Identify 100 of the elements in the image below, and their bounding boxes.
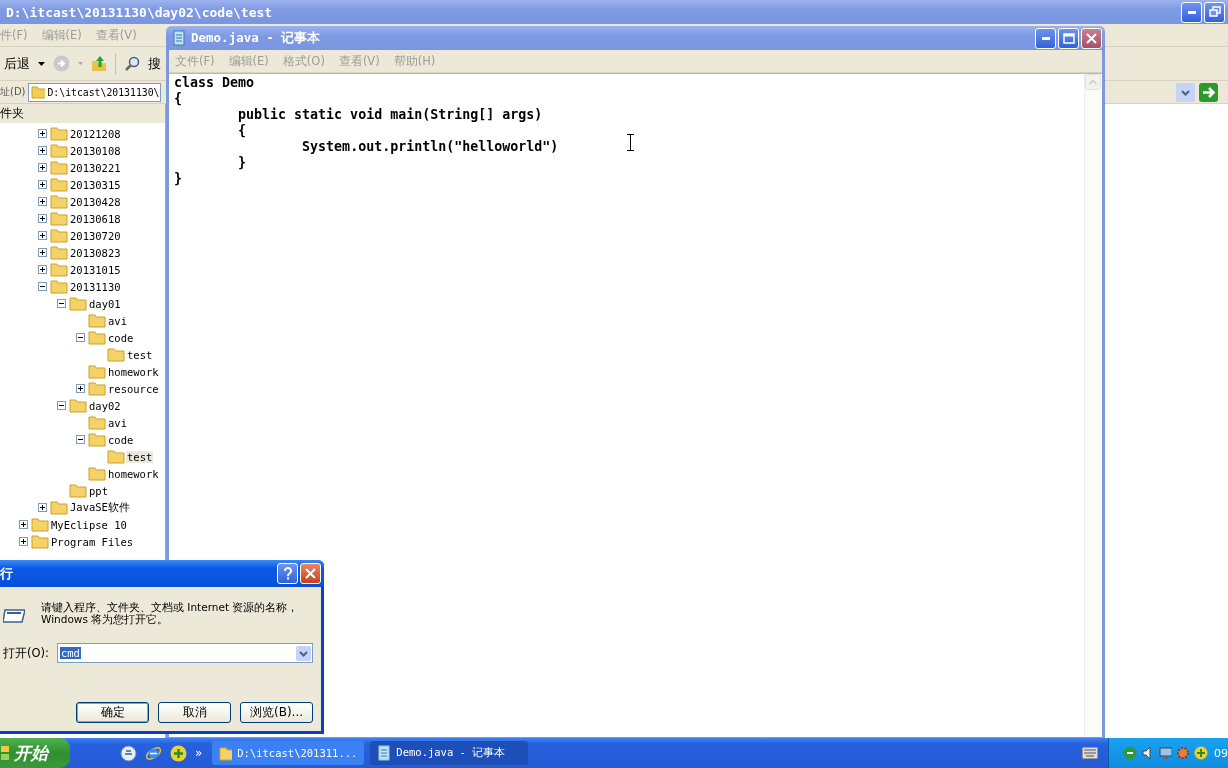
dialog-button[interactable]: 确定 <box>76 702 149 723</box>
expander-icon[interactable] <box>38 129 47 138</box>
start-button[interactable]: 开始 <box>0 738 70 768</box>
scrollbar[interactable] <box>1084 74 1102 737</box>
code-line: class Demo <box>174 75 255 91</box>
tree-item[interactable]: 20131015 <box>69 263 122 276</box>
pane-header: 件夹 <box>0 104 165 123</box>
tree-item[interactable]: Program Files <box>50 535 135 548</box>
expander-icon[interactable] <box>38 163 47 172</box>
minimize-icon <box>1041 36 1050 40</box>
tree-item[interactable]: 20130315 <box>69 178 122 191</box>
folder-icon <box>107 347 125 362</box>
taskbar-button[interactable]: Demo.java - 记事本 <box>370 741 529 765</box>
tree-item[interactable]: 20130618 <box>69 212 122 225</box>
tree-item[interactable]: JavaSE软件 <box>69 500 131 515</box>
tree-item[interactable]: 20121208 <box>69 127 122 140</box>
dialog-button[interactable]: 取消 <box>158 702 231 723</box>
folder-icon <box>50 245 68 260</box>
code-line: } <box>237 155 247 171</box>
tree-item[interactable]: day01 <box>88 297 122 310</box>
maximize-icon <box>1062 32 1075 44</box>
folder-icon <box>88 466 106 481</box>
close-button[interactable] <box>300 563 321 584</box>
more-chevron[interactable]: » <box>195 746 203 760</box>
address-field[interactable]: D:\itcast\20131130\ <box>27 82 161 102</box>
folder-icon <box>50 228 68 243</box>
clock: 09 <box>1214 746 1228 760</box>
plus-circle-icon[interactable] <box>1194 746 1208 760</box>
folder-icon <box>69 398 87 413</box>
tree-item[interactable]: homework <box>107 365 160 378</box>
tree-item[interactable]: code <box>107 433 135 446</box>
folder-icon <box>50 500 68 515</box>
tree-item[interactable]: avi <box>107 416 128 429</box>
folder-icon <box>88 313 106 328</box>
folder-icon <box>50 194 68 209</box>
tree-item[interactable]: 20130221 <box>69 161 122 174</box>
expander-icon[interactable] <box>38 282 47 291</box>
up-folder-icon[interactable] <box>91 55 107 72</box>
command-combobox[interactable]: cmd <box>56 643 313 663</box>
tree-item[interactable]: 20130720 <box>69 229 122 242</box>
folder-icon <box>219 745 233 761</box>
expander-icon[interactable] <box>19 537 28 546</box>
search-button[interactable]: 搜 <box>148 54 161 73</box>
expander-icon[interactable] <box>38 180 47 189</box>
tree-item[interactable]: 20130108 <box>69 144 122 157</box>
expander-icon[interactable] <box>57 299 66 308</box>
taskbar-button[interactable]: D:\itcast\201311... <box>212 741 365 765</box>
folder-icon <box>88 415 106 430</box>
tree-item[interactable]: code <box>107 331 135 344</box>
address-label: 址(D) <box>0 85 26 99</box>
expander-icon[interactable] <box>57 401 66 410</box>
minimize-icon <box>1187 10 1196 14</box>
tree-item[interactable]: ppt <box>88 484 109 497</box>
restore-icon <box>1208 6 1221 18</box>
expander-icon[interactable] <box>38 248 47 257</box>
tree-item[interactable]: MyEclipse 10 <box>50 518 128 531</box>
expander-icon[interactable] <box>38 231 47 240</box>
search-icon[interactable] <box>124 55 140 72</box>
expander-icon[interactable] <box>38 146 47 155</box>
tree-item[interactable]: test <box>126 348 154 361</box>
plus-circle-icon[interactable] <box>170 744 187 762</box>
code-line: System.out.println("helloworld") <box>301 139 559 155</box>
expander-icon[interactable] <box>19 520 28 529</box>
back-button[interactable]: 后退 <box>4 54 30 73</box>
tree-item[interactable]: homework <box>107 467 160 480</box>
folder-icon <box>50 279 68 294</box>
folder-icon <box>31 534 49 549</box>
folder-icon <box>30 85 46 99</box>
tree-item[interactable]: 20130428 <box>69 195 122 208</box>
browser-icon[interactable] <box>145 744 162 762</box>
tree-item[interactable]: resource <box>107 382 160 395</box>
expander-icon[interactable] <box>76 333 85 342</box>
tree-item[interactable]: 20131130 <box>69 280 122 293</box>
instruction-text: 请键入程序、文件夹、文档或 Internet 资源的名称，Windows 将为您打开它。 <box>41 601 300 625</box>
folder-icon <box>50 143 68 158</box>
windows-flag-icon <box>1 746 9 760</box>
folder-icon <box>50 262 68 277</box>
folder-icon <box>69 483 87 498</box>
close-icon <box>305 568 316 579</box>
help-button[interactable] <box>277 563 298 584</box>
expander-icon[interactable] <box>38 265 47 274</box>
expander-icon[interactable] <box>38 197 47 206</box>
dropdown-arrow-icon[interactable] <box>38 61 45 66</box>
code-line: public static void main(String[] args) <box>237 107 543 123</box>
folder-icon <box>69 296 87 311</box>
help-icon <box>282 567 293 580</box>
tree-item[interactable]: day02 <box>88 399 122 412</box>
run-icon <box>3 609 25 623</box>
tree-item[interactable]: 20130823 <box>69 246 122 259</box>
dialog-button[interactable]: 浏览(B)... <box>240 702 313 723</box>
expander-icon[interactable] <box>38 214 47 223</box>
expander-icon[interactable] <box>76 384 85 393</box>
tree-item[interactable]: test <box>126 450 154 463</box>
tree-item[interactable]: avi <box>107 314 128 327</box>
folder-icon <box>50 211 68 226</box>
expander-icon[interactable] <box>38 503 47 512</box>
folder-icon <box>107 449 125 464</box>
expander-icon[interactable] <box>76 435 85 444</box>
close-icon <box>1086 32 1097 44</box>
text-cursor-icon <box>627 134 634 151</box>
